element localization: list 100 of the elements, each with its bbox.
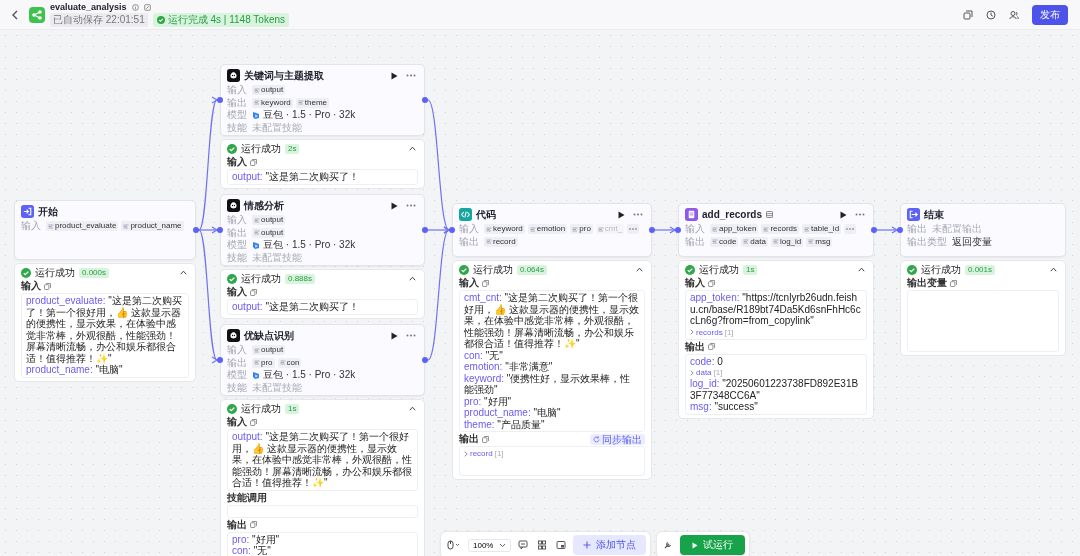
copy-icon[interactable] — [482, 279, 489, 287]
run-status: 运行成功 — [35, 265, 75, 280]
add-node-button[interactable]: 添加节点 — [573, 535, 647, 555]
success-icon — [685, 264, 695, 275]
field-value: product_evaluate: "这是第二次购买了！第一个很好用，👍 这款显示器的便携性，显示效果，在体验中感觉非常棒，外观很酷，性能强劲！屏幕清晰流畅，办公和娱乐都很合适！值得推荐！✨" — [26, 295, 183, 364]
output-port[interactable] — [649, 227, 655, 233]
section-title: 输入 — [459, 276, 479, 290]
clock-icon — [986, 9, 996, 20]
sync-output-button[interactable]: 同步输出 — [590, 433, 645, 445]
input-port[interactable] — [449, 227, 455, 233]
run-node-button[interactable] — [389, 330, 400, 341]
expand-toggle[interactable]: records [1] — [690, 326, 862, 338]
collapse-button[interactable] — [407, 405, 418, 412]
output-port[interactable] — [871, 227, 877, 233]
comment-button[interactable] — [516, 538, 531, 552]
row-label: 技能 — [227, 251, 247, 264]
node-card[interactable]: 关键词与主题提取 输入 output 输出 keyword theme 模型 豆包 · 1.5 · Pro · 32k 技能 未配置技能 — [220, 64, 425, 136]
collapse-button[interactable] — [407, 275, 418, 282]
collapse-button[interactable] — [634, 266, 645, 273]
minimap-button[interactable] — [554, 538, 569, 552]
input-port[interactable] — [217, 227, 223, 233]
copy-icon[interactable] — [250, 288, 257, 296]
row-value: 未配置输出 — [932, 223, 982, 236]
collapse-button[interactable] — [856, 266, 867, 273]
output-port[interactable] — [422, 357, 428, 363]
field-value: output: "这是第二次购买了！第一个很好用，👍 这款显示器的便携性，显示效果，在体验中感觉非常棒，外观很酷，性能强劲！屏幕清晰流畅，办公和娱乐都很合适！值得推荐！✨" — [232, 431, 413, 489]
row-label: 输出 — [227, 226, 247, 239]
more-button[interactable] — [404, 333, 418, 338]
node-card[interactable]: add_records 输入 app_token records table_id 输出 code data log_id msg — [678, 203, 874, 257]
run-node-button[interactable] — [838, 209, 849, 220]
more-button[interactable] — [853, 212, 867, 217]
play-icon — [391, 71, 398, 80]
copy-icon[interactable] — [250, 521, 257, 528]
info-icon[interactable] — [131, 3, 139, 11]
model-logo-icon — [252, 240, 260, 250]
type-icon — [254, 217, 260, 223]
row-label: 输入 — [227, 84, 247, 97]
node-card[interactable]: 情感分析 输入 output 输出 output 模型 豆包 · 1.5 · Pro · 32k 技能 未配置技能 — [220, 194, 425, 266]
run-node-button[interactable] — [389, 70, 400, 81]
zoom-select[interactable]: 100% — [468, 538, 512, 552]
edit-icon[interactable] — [143, 3, 151, 11]
expand-toggle[interactable]: data [1] — [690, 367, 862, 378]
input-port[interactable] — [897, 227, 903, 233]
row-label: 输入 — [21, 220, 41, 233]
more-button[interactable] — [404, 73, 418, 78]
copy-icon[interactable] — [708, 279, 715, 287]
field-value: cmt_cnt: "这是第二次购买了！第一个很好用，👍 这款显示器的便携性，显示效果，在体验中感觉非常棒，外观很酷，性能强劲！屏幕清晰流畅，办公和娱乐都很合适！值得推荐！✨" — [464, 292, 640, 350]
variable-name: table_id — [811, 224, 840, 235]
input-port[interactable] — [217, 357, 223, 363]
connector — [654, 226, 677, 234]
type-icon — [254, 87, 260, 93]
model-name: 豆包 · 1.5 · Pro · 32k — [263, 369, 356, 382]
collapse-button[interactable] — [407, 145, 418, 152]
expand-toggle[interactable]: record [1] — [464, 448, 640, 459]
output-port[interactable] — [422, 227, 428, 233]
sync-icon — [593, 435, 600, 443]
variable-name: product_name — [130, 221, 182, 232]
field-value: con: "无" — [464, 349, 504, 361]
copy-icon[interactable] — [950, 279, 957, 287]
type-icon — [254, 360, 260, 366]
input-port[interactable] — [675, 227, 681, 233]
copy-icon[interactable] — [708, 343, 715, 350]
output-port[interactable] — [193, 227, 199, 233]
copy-icon[interactable] — [482, 435, 489, 443]
copy-icon[interactable] — [250, 158, 257, 166]
type-icon — [804, 226, 811, 232]
enter-icon — [21, 205, 34, 218]
more-button[interactable] — [631, 212, 645, 217]
row-label: 输出 — [227, 96, 247, 109]
more-icon — [855, 213, 865, 216]
node-card[interactable]: 开始 输入 product_evaluate product_name — [14, 200, 196, 260]
wrench-icon — [663, 540, 674, 550]
node-card[interactable]: 结束 输出 未配置输出 输出类型 返回变量 — [900, 203, 1066, 257]
play-icon — [391, 331, 398, 340]
row-value: 未配置技能 — [252, 381, 302, 394]
success-icon — [227, 403, 237, 414]
publish-button[interactable]: 发布 — [1032, 4, 1068, 25]
section-title: 输出变量 — [907, 276, 947, 290]
run-node-button[interactable] — [389, 200, 400, 211]
row-label: 输出 — [685, 235, 705, 248]
run-status: 运行成功 — [921, 262, 961, 277]
row-label: 输出类型 — [907, 235, 947, 248]
row-label: 输出 — [459, 235, 479, 248]
autosave-badge: 已自动保存 22:01:51 — [50, 13, 148, 27]
collapse-button[interactable] — [1048, 266, 1059, 273]
chevron-left-icon — [11, 9, 19, 20]
field-value: con: "无" — [232, 545, 272, 556]
collapse-button[interactable] — [178, 269, 189, 276]
type-icon — [279, 360, 286, 366]
run-node-button[interactable] — [616, 209, 627, 220]
copy-icon[interactable] — [250, 418, 257, 426]
node-card[interactable]: 优缺点识别 输入 output 输出 pro con 模型 豆包 · 1.5 · Pro · 32k 技能 未配置技能 — [220, 324, 425, 396]
input-port[interactable] — [217, 97, 223, 103]
exit-icon — [907, 208, 920, 221]
document-icon — [685, 208, 698, 221]
type-icon — [772, 239, 779, 245]
output-port[interactable] — [422, 97, 428, 103]
more-button[interactable] — [404, 203, 418, 208]
copy-icon[interactable] — [44, 282, 51, 290]
model-icon — [227, 199, 240, 212]
